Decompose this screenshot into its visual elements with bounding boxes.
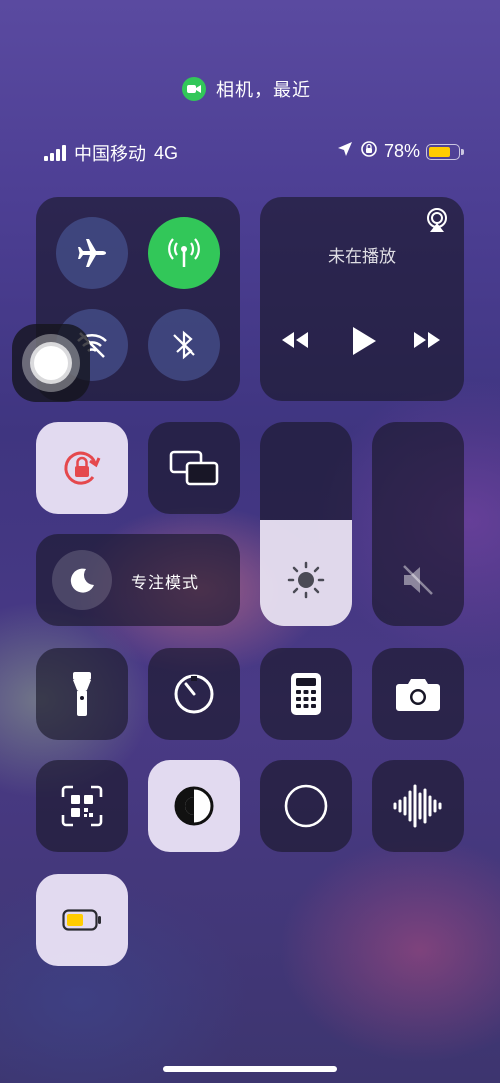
volume-slider[interactable] — [372, 422, 464, 626]
network-type: 4G — [154, 142, 179, 163]
airplane-mode-button[interactable] — [56, 217, 128, 289]
qr-code-scanner-icon — [61, 785, 103, 827]
rewind-icon[interactable] — [280, 329, 310, 356]
carrier-name: 中国移动 — [74, 144, 146, 164]
signal-bars-icon — [44, 145, 66, 161]
battery-icon — [426, 143, 464, 160]
bluetooth-off-icon — [173, 330, 195, 360]
screen-record-button[interactable] — [260, 760, 352, 852]
low-power-battery-icon — [62, 909, 101, 931]
airplay-icon[interactable] — [424, 207, 450, 238]
now-playing-panel[interactable]: 未在播放 — [260, 197, 464, 401]
calculator-button[interactable] — [260, 648, 352, 740]
low-power-mode-button[interactable] — [36, 874, 128, 966]
fast-forward-icon[interactable] — [412, 329, 442, 356]
now-playing-status: 未在播放 — [328, 246, 396, 266]
screen-mirroring-icon — [169, 450, 219, 486]
camera-recent-indicator: 相机，最近 — [182, 76, 311, 102]
status-bar: 中国移动 4G 78% — [44, 140, 464, 166]
indicator-text: 相机，最近 — [216, 80, 311, 100]
focus-mode-label: 专注模式 — [131, 575, 200, 592]
timer-icon — [174, 674, 214, 714]
camera-icon — [396, 679, 440, 711]
dark-mode-icon — [174, 786, 214, 826]
battery-percent: 78% — [383, 141, 420, 161]
brightness-slider[interactable] — [260, 422, 352, 626]
sound-recognition-icon — [393, 784, 442, 828]
assistive-touch-button[interactable] — [12, 324, 90, 402]
screen-record-icon — [284, 784, 328, 828]
camera-button[interactable] — [372, 648, 464, 740]
location-arrow-icon — [336, 140, 354, 163]
play-icon[interactable] — [350, 325, 378, 362]
sound-recognition-button[interactable] — [372, 760, 464, 852]
home-indicator[interactable] — [163, 1066, 337, 1072]
flashlight-icon — [73, 672, 91, 716]
calculator-icon — [291, 673, 321, 715]
speaker-muted-icon — [400, 562, 436, 603]
screen-mirroring-button[interactable] — [148, 422, 240, 514]
bluetooth-button[interactable] — [148, 309, 220, 381]
airplane-icon — [78, 239, 106, 267]
focus-mode-button[interactable]: 专注模式 — [36, 534, 240, 626]
sun-icon — [286, 560, 326, 605]
flashlight-button[interactable] — [36, 648, 128, 740]
cellular-antenna-icon — [168, 238, 200, 267]
cellular-data-button[interactable] — [148, 217, 220, 289]
orientation-lock-button[interactable] — [36, 422, 128, 514]
qr-code-scanner-button[interactable] — [36, 760, 128, 852]
dark-mode-button[interactable] — [148, 760, 240, 852]
moon-icon — [52, 550, 112, 610]
orientation-lock-icon — [64, 451, 101, 485]
timer-button[interactable] — [148, 648, 240, 740]
video-camera-icon — [182, 77, 206, 101]
rotation-lock-icon — [360, 140, 378, 163]
